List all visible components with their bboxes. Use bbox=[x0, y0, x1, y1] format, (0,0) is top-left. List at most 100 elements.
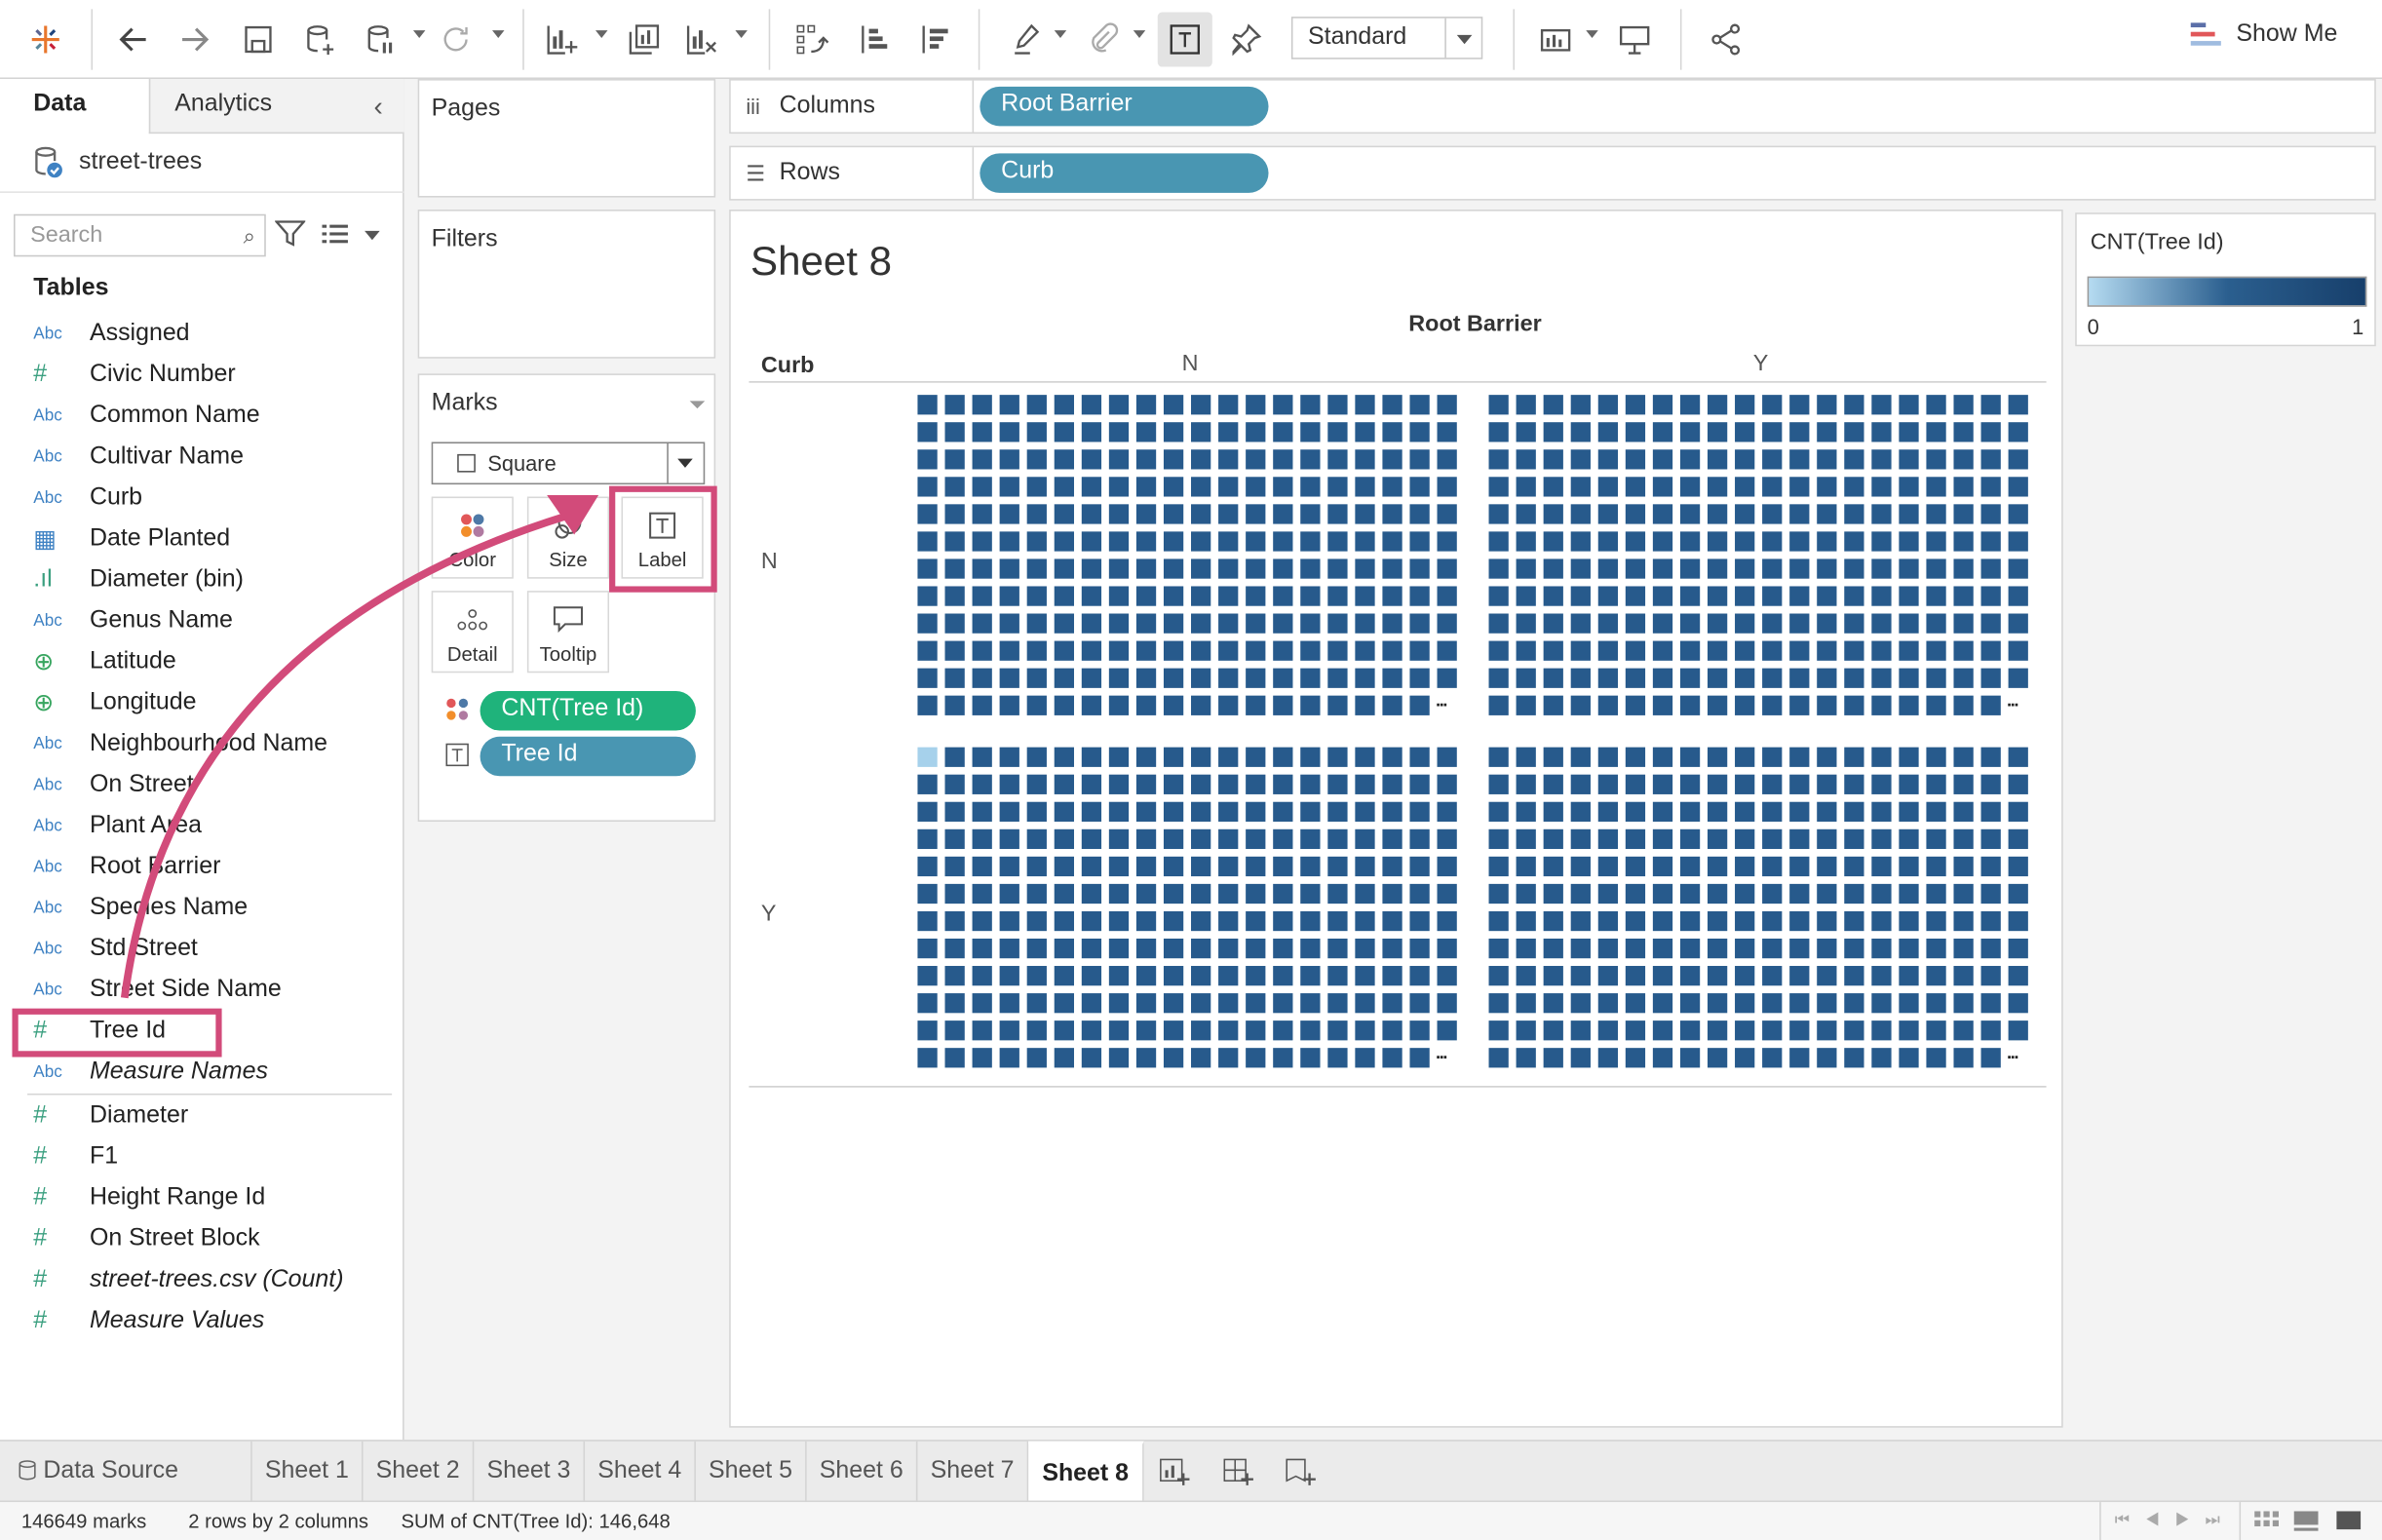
square-mark[interactable] bbox=[999, 856, 1019, 877]
square-mark[interactable] bbox=[917, 1048, 938, 1068]
square-mark[interactable] bbox=[972, 910, 992, 932]
redo-icon[interactable] bbox=[171, 16, 219, 64]
columns-pill[interactable]: Root Barrier bbox=[980, 86, 1269, 127]
square-mark[interactable] bbox=[1516, 422, 1536, 443]
square-mark[interactable] bbox=[972, 640, 992, 661]
square-mark[interactable] bbox=[1762, 640, 1783, 661]
square-mark[interactable] bbox=[1108, 395, 1130, 415]
square-mark[interactable] bbox=[1980, 828, 2001, 850]
square-mark[interactable] bbox=[1707, 801, 1728, 822]
square-mark[interactable] bbox=[1327, 774, 1348, 794]
square-mark[interactable] bbox=[972, 1048, 992, 1068]
square-mark[interactable] bbox=[1300, 1020, 1321, 1041]
square-mark[interactable] bbox=[1488, 558, 1509, 579]
square-mark[interactable] bbox=[1108, 801, 1130, 822]
square-mark[interactable] bbox=[1246, 993, 1266, 1014]
square-mark[interactable] bbox=[1679, 449, 1701, 470]
square-mark[interactable] bbox=[1488, 586, 1509, 606]
square-mark[interactable] bbox=[1735, 668, 1755, 688]
field-std-street[interactable]: Abc Std Street bbox=[33, 930, 198, 970]
square-mark[interactable] bbox=[2008, 395, 2028, 415]
square-mark[interactable] bbox=[1762, 938, 1783, 959]
square-mark[interactable] bbox=[1327, 883, 1348, 905]
square-mark[interactable] bbox=[2008, 449, 2028, 470]
square-mark[interactable] bbox=[1488, 1020, 1509, 1041]
square-mark[interactable] bbox=[1108, 966, 1130, 986]
square-mark[interactable] bbox=[1026, 449, 1047, 470]
square-mark[interactable] bbox=[917, 558, 938, 579]
square-mark[interactable] bbox=[1543, 966, 1563, 986]
square-mark[interactable] bbox=[2008, 883, 2028, 905]
square-mark[interactable] bbox=[1355, 966, 1375, 986]
square-mark[interactable] bbox=[944, 966, 965, 986]
square-mark[interactable] bbox=[1844, 1048, 1864, 1068]
square-mark[interactable] bbox=[1789, 640, 1810, 661]
square-mark[interactable] bbox=[1926, 828, 1946, 850]
square-mark[interactable] bbox=[1980, 938, 2001, 959]
square-mark[interactable] bbox=[1246, 558, 1266, 579]
square-mark[interactable] bbox=[1652, 558, 1673, 579]
square-mark[interactable] bbox=[1163, 395, 1184, 415]
square-mark[interactable] bbox=[1899, 586, 1919, 606]
square-mark[interactable] bbox=[1163, 695, 1184, 715]
square-mark[interactable] bbox=[1163, 1048, 1184, 1068]
column-header-y[interactable]: Y bbox=[1753, 351, 1769, 376]
square-mark[interactable] bbox=[1625, 558, 1646, 579]
square-mark[interactable] bbox=[1543, 883, 1563, 905]
square-mark[interactable] bbox=[1300, 531, 1321, 552]
square-mark[interactable] bbox=[1163, 910, 1184, 932]
square-mark[interactable] bbox=[944, 613, 965, 634]
square-mark[interactable] bbox=[1488, 695, 1509, 715]
square-mark[interactable] bbox=[1516, 449, 1536, 470]
square-mark[interactable] bbox=[1844, 422, 1864, 443]
square-mark[interactable] bbox=[1871, 1020, 1892, 1041]
square-mark[interactable] bbox=[1899, 966, 1919, 986]
square-mark[interactable] bbox=[1081, 910, 1102, 932]
square-mark[interactable] bbox=[1844, 449, 1864, 470]
new-dashboard-icon[interactable] bbox=[1221, 1456, 1254, 1494]
square-mark[interactable] bbox=[1817, 613, 1837, 634]
square-mark[interactable] bbox=[1246, 774, 1266, 794]
square-mark[interactable] bbox=[1789, 395, 1810, 415]
square-mark[interactable] bbox=[1871, 747, 1892, 767]
square-mark[interactable] bbox=[1926, 695, 1946, 715]
square-mark[interactable] bbox=[1543, 828, 1563, 850]
square-mark[interactable] bbox=[917, 883, 938, 905]
square-mark[interactable] bbox=[1218, 504, 1239, 524]
square-mark[interactable] bbox=[1735, 422, 1755, 443]
square-mark[interactable] bbox=[1218, 966, 1239, 986]
square-mark[interactable] bbox=[1652, 586, 1673, 606]
square-mark[interactable] bbox=[1953, 910, 1974, 932]
square-mark[interactable] bbox=[1409, 449, 1430, 470]
square-mark[interactable] bbox=[1625, 801, 1646, 822]
square-mark[interactable] bbox=[1844, 640, 1864, 661]
square-mark[interactable] bbox=[1735, 531, 1755, 552]
square-mark[interactable] bbox=[1570, 910, 1591, 932]
square-mark[interactable] bbox=[1899, 747, 1919, 767]
square-mark[interactable] bbox=[1135, 774, 1157, 794]
square-mark[interactable] bbox=[1625, 774, 1646, 794]
square-mark[interactable] bbox=[1817, 1020, 1837, 1041]
square-mark[interactable] bbox=[1273, 938, 1293, 959]
square-mark[interactable] bbox=[1054, 504, 1075, 524]
square-mark[interactable] bbox=[1980, 910, 2001, 932]
square-mark[interactable] bbox=[1543, 395, 1563, 415]
square-mark[interactable] bbox=[1409, 668, 1430, 688]
square-mark[interactable] bbox=[1218, 910, 1239, 932]
highlight-icon[interactable] bbox=[1003, 16, 1052, 64]
square-mark[interactable] bbox=[999, 477, 1019, 497]
square-mark[interactable] bbox=[1488, 504, 1509, 524]
square-mark[interactable] bbox=[1762, 966, 1783, 986]
square-mark[interactable] bbox=[1597, 856, 1619, 877]
square-mark[interactable] bbox=[1570, 1020, 1591, 1041]
square-mark[interactable] bbox=[1652, 828, 1673, 850]
square-mark[interactable] bbox=[1789, 883, 1810, 905]
square-mark[interactable] bbox=[1597, 422, 1619, 443]
square-mark[interactable] bbox=[1409, 504, 1430, 524]
square-mark[interactable] bbox=[1437, 558, 1457, 579]
square-mark[interactable] bbox=[1300, 938, 1321, 959]
square-mark[interactable] bbox=[1597, 586, 1619, 606]
square-mark[interactable] bbox=[1652, 504, 1673, 524]
square-mark[interactable] bbox=[1218, 856, 1239, 877]
row-field-header[interactable]: Curb bbox=[761, 353, 815, 378]
